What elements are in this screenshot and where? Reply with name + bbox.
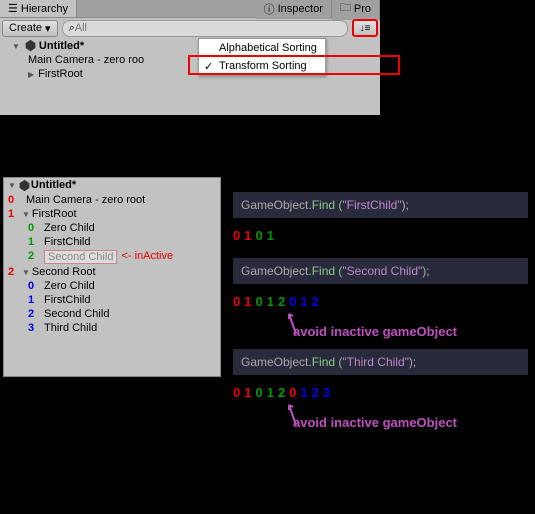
tree-row-child[interactable]: 1FirstChild <box>4 235 220 249</box>
traversal-step: 1 <box>244 228 251 243</box>
tree-row-child[interactable]: 2Second Child <box>4 307 220 321</box>
row-label: Second Child <box>38 308 109 320</box>
tree-row-child[interactable]: 0Zero Child <box>4 221 220 235</box>
sort-transform-option[interactable]: Transform Sorting <box>199 57 325 75</box>
index: 2 <box>24 308 38 320</box>
traversal-sequence: 01012012 <box>233 290 528 314</box>
traversal-step: 0 <box>255 294 262 309</box>
traversal-step: 0 <box>233 385 240 400</box>
sort-menu: Alphabetical Sorting Transform Sorting <box>198 38 326 76</box>
tree-row-root[interactable]: 0Main Camera - zero root <box>4 193 220 207</box>
tree-label: Main Camera - zero roo <box>28 54 144 66</box>
project-tab[interactable]: 🗀 Pro <box>332 0 380 20</box>
tree-label: FirstRoot <box>38 68 83 80</box>
traversal-step: 0 <box>233 228 240 243</box>
row-label: FirstChild <box>38 294 90 306</box>
sort-button[interactable]: ↓≡ <box>352 19 378 37</box>
row-label: FirstRoot <box>32 208 77 220</box>
row-label: Main Camera - zero root <box>18 194 145 206</box>
search-input[interactable]: ⌕ All <box>62 20 348 37</box>
arrow-icon <box>281 397 311 427</box>
traversal-step: 0 <box>255 385 262 400</box>
traversal-step: 0 <box>255 228 262 243</box>
traversal-step: 1 <box>244 294 251 309</box>
traversal-sequence: 0101 <box>233 224 528 248</box>
foldout-icon[interactable] <box>22 208 32 220</box>
row-label: Zero Child <box>38 280 95 292</box>
inactive-note: <- inActive <box>121 250 173 264</box>
tree-row-child-inactive[interactable]: 2 Second Child <- inActive <box>4 249 220 265</box>
index: 0 <box>24 280 38 292</box>
annotation-text: avoid inactive gameObject <box>293 415 528 430</box>
folder-icon: 🗀 <box>340 0 351 18</box>
foldout-icon[interactable] <box>8 179 18 192</box>
row-label: Second Root <box>32 266 96 278</box>
code-explanation-area: GameObject.Find ("FirstChild"); 0101 Gam… <box>233 192 528 440</box>
hierarchy-toolbar: Create ▾ ⌕ All ↓≡ <box>0 18 380 38</box>
hierarchy-tab[interactable]: ☰ Hierarchy <box>0 0 77 17</box>
index: 0 <box>24 222 38 234</box>
index: 3 <box>24 322 38 334</box>
traversal-step: 1 <box>267 294 274 309</box>
traversal-step: 1 <box>267 228 274 243</box>
sort-alpha-option[interactable]: Alphabetical Sorting <box>199 39 325 57</box>
index: 0 <box>4 194 18 206</box>
scene-title: Untitled* <box>39 40 84 52</box>
index: 2 <box>24 250 38 264</box>
inspector-icon: ⓘ <box>264 1 275 17</box>
top-editor-panel: ☰ Hierarchy ⓘ Inspector 🗀 Pro Create ▾ ⌕… <box>0 0 380 115</box>
index: 1 <box>24 294 38 306</box>
annotation-text: avoid inactive gameObject <box>293 324 528 339</box>
traversal-sequence: 010120123 <box>233 381 528 405</box>
index: 1 <box>4 208 18 220</box>
create-label: Create <box>9 22 42 35</box>
foldout-icon[interactable] <box>28 68 36 80</box>
sort-icon: ↓≡ <box>360 23 371 34</box>
scene-header[interactable]: Untitled* <box>4 178 220 193</box>
traversal-step: 1 <box>244 385 251 400</box>
code-snippet: GameObject.Find ("FirstChild"); <box>233 192 528 218</box>
hierarchy-icon: ☰ <box>8 2 18 15</box>
inspector-tab-label: Inspector <box>278 3 323 15</box>
bottom-hierarchy-panel: Untitled* 0Main Camera - zero root 1Firs… <box>3 177 221 377</box>
dropdown-icon: ▾ <box>45 22 51 35</box>
traversal-step: 2 <box>312 294 319 309</box>
traversal-step: 1 <box>267 385 274 400</box>
tree-row-root[interactable]: 2 Second Root <box>4 265 220 279</box>
code-snippet: GameObject.Find ("Second Child"); <box>233 258 528 284</box>
index: 2 <box>4 266 18 278</box>
search-text: All <box>75 22 87 35</box>
hierarchy-tab-label: Hierarchy <box>21 3 68 15</box>
arrow-icon <box>281 306 311 336</box>
tab-bar: ☰ Hierarchy ⓘ Inspector 🗀 Pro <box>0 0 380 18</box>
tree-row-child[interactable]: 0Zero Child <box>4 279 220 293</box>
foldout-icon[interactable] <box>22 266 32 278</box>
code-snippet: GameObject.Find ("Third Child"); <box>233 349 528 375</box>
row-label: Zero Child <box>38 222 95 234</box>
traversal-step: 2 <box>312 385 319 400</box>
tree-row-root[interactable]: 1 FirstRoot <box>4 207 220 221</box>
traversal-step: 3 <box>323 385 330 400</box>
row-label: Second Child <box>44 250 117 264</box>
index: 1 <box>24 236 38 248</box>
unity-icon <box>24 39 37 52</box>
row-label: Third Child <box>38 322 97 334</box>
project-tab-label: Pro <box>354 3 371 15</box>
inspector-tab[interactable]: ⓘ Inspector <box>256 0 332 19</box>
scene-title: Untitled* <box>31 179 76 192</box>
tree-row-child[interactable]: 3Third Child <box>4 321 220 335</box>
foldout-icon[interactable] <box>12 40 22 52</box>
row-label: FirstChild <box>38 236 90 248</box>
traversal-step: 0 <box>233 294 240 309</box>
create-button[interactable]: Create ▾ <box>2 20 58 37</box>
unity-icon <box>18 179 31 192</box>
tree-row-child[interactable]: 1FirstChild <box>4 293 220 307</box>
